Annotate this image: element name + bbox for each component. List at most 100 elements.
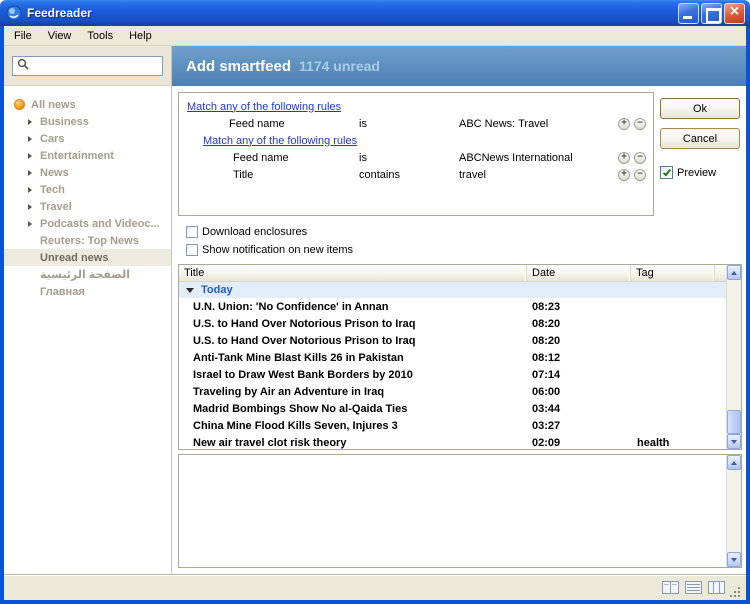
table-row[interactable]: China Mine Flood Kills Seven, Injures 3 …: [179, 417, 726, 434]
titlebar[interactable]: Feedreader: [0, 0, 750, 26]
sidebar-item-travel[interactable]: Travel: [4, 198, 171, 215]
add-rule-button[interactable]: [618, 168, 630, 181]
show-notification-checkbox[interactable]: [186, 244, 198, 256]
check-icon: [662, 167, 671, 177]
menubar: File View Tools Help: [4, 26, 746, 46]
table-header: Title Date Tag: [179, 265, 741, 282]
show-notification-option[interactable]: Show notification on new items: [186, 242, 742, 258]
sidebar-item-tech[interactable]: Tech: [4, 181, 171, 198]
collapse-arrow-icon: [186, 287, 194, 293]
view-split-button[interactable]: [660, 579, 680, 597]
option-label: Download enclosures: [202, 226, 308, 238]
preview-checkbox[interactable]: [660, 166, 673, 179]
feedreader-logo-icon: [6, 5, 22, 21]
sidebar-item-reuters-top-news[interactable]: Reuters: Top News: [4, 232, 171, 249]
rule-operator: is: [359, 117, 367, 130]
preview-option[interactable]: Preview: [660, 166, 740, 179]
cancel-button[interactable]: Cancel: [660, 128, 740, 149]
sidebar-item-business[interactable]: Business: [4, 113, 171, 130]
rule-row[interactable]: Feed name is ABCNews International: [179, 149, 653, 166]
sidebar-item-news[interactable]: News: [4, 164, 171, 181]
table-row[interactable]: Madrid Bombings Show No al-Qaida Ties 03…: [179, 400, 726, 417]
download-enclosures-option[interactable]: Download enclosures: [186, 224, 742, 240]
page-header: Add smartfeed 1174 unread: [172, 46, 746, 86]
scroll-up-button[interactable]: [727, 265, 741, 280]
minimize-button[interactable]: [678, 2, 699, 24]
group-label: Today: [201, 284, 233, 296]
column-header-date[interactable]: Date: [527, 265, 631, 281]
option-label: Show notification on new items: [202, 244, 354, 256]
table-row[interactable]: Israel to Draw West Bank Borders by 2010…: [179, 366, 726, 383]
search-icon: [17, 58, 29, 73]
table-row[interactable]: New air travel clot risk theory 02:09 he…: [179, 434, 726, 449]
menu-file[interactable]: File: [6, 28, 40, 44]
add-rule-button[interactable]: [618, 151, 630, 164]
view-columns-button[interactable]: [706, 579, 726, 597]
group-row-today[interactable]: Today: [179, 282, 726, 298]
scrollbar-track[interactable]: [727, 280, 741, 434]
article-date: 08:20: [532, 317, 561, 330]
match-rules-link[interactable]: Match any of the following rules: [203, 135, 357, 147]
resize-grip[interactable]: [729, 587, 742, 600]
menu-tools[interactable]: Tools: [79, 28, 121, 44]
scroll-down-button[interactable]: [727, 552, 741, 567]
match-rules-link[interactable]: Match any of the following rules: [187, 101, 341, 113]
all-news-icon: [14, 99, 25, 110]
rule-field: Title: [233, 168, 254, 181]
table-row[interactable]: U.S. to Hand Over Notorious Prison to Ir…: [179, 315, 726, 332]
menu-help[interactable]: Help: [121, 28, 160, 44]
rule-row[interactable]: Title contains travel: [179, 166, 653, 183]
feed-tree: All news Business Cars Entertainment New…: [4, 86, 171, 300]
statusbar: [4, 574, 746, 600]
remove-rule-button[interactable]: [634, 168, 646, 181]
menu-view[interactable]: View: [40, 28, 80, 44]
rule-field: Feed name: [233, 151, 289, 164]
table-row[interactable]: U.S. to Hand Over Notorious Prison to Ir…: [179, 332, 726, 349]
page-title: Add smartfeed: [186, 57, 292, 75]
sidebar-item-cars[interactable]: Cars: [4, 130, 171, 147]
sidebar-item-all-news[interactable]: All news: [4, 96, 171, 113]
sidebar-item-label: الصفحة الرئيسية: [40, 269, 131, 281]
sidebar-item-podcasts[interactable]: Podcasts and Videoc...: [4, 215, 171, 232]
sidebar-item-unread-news[interactable]: Unread news: [4, 249, 171, 266]
download-enclosures-checkbox[interactable]: [186, 226, 198, 238]
maximize-button[interactable]: [701, 2, 722, 24]
app-window: Feedreader File View Tools Help: [0, 0, 750, 604]
column-header-title[interactable]: Title: [179, 265, 527, 281]
remove-rule-button[interactable]: [634, 151, 646, 164]
table-row[interactable]: U.N. Union: 'No Confidence' in Annan 08:…: [179, 298, 726, 315]
search-box: [12, 55, 163, 76]
preview-scrollbar[interactable]: [726, 455, 741, 567]
article-tag: health: [637, 436, 670, 449]
arrow-down-icon: [731, 439, 737, 444]
scrollbar-thumb[interactable]: [727, 410, 741, 434]
article-title: U.N. Union: 'No Confidence' in Annan: [193, 300, 389, 313]
sidebar-item-entertainment[interactable]: Entertainment: [4, 147, 171, 164]
sidebar-item-home-arabic[interactable]: الصفحة الرئيسية: [4, 266, 171, 283]
remove-rule-button[interactable]: [634, 117, 646, 130]
view-split-icon: [661, 581, 679, 594]
expand-arrow-icon: [28, 152, 32, 159]
scroll-down-button[interactable]: [727, 434, 741, 449]
view-list-button[interactable]: [683, 579, 703, 597]
sidebar-item-label: Business: [40, 115, 89, 128]
article-title: Anti-Tank Mine Blast Kills 26 in Pakista…: [193, 351, 404, 364]
sidebar-item-label: Cars: [40, 132, 65, 145]
scroll-up-button[interactable]: [727, 455, 741, 470]
sidebar-item-label: Travel: [40, 200, 72, 213]
expand-arrow-icon: [28, 135, 32, 142]
search-input[interactable]: [32, 59, 158, 72]
column-header-tag[interactable]: Tag: [631, 265, 715, 281]
view-columns-icon: [707, 581, 725, 594]
table-row[interactable]: Traveling by Air an Adventure in Iraq 06…: [179, 383, 726, 400]
expand-arrow-icon: [28, 203, 32, 210]
table-row[interactable]: Anti-Tank Mine Blast Kills 26 in Pakista…: [179, 349, 726, 366]
table-scrollbar[interactable]: [726, 265, 741, 449]
rule-row[interactable]: Feed name is ABC News: Travel: [179, 115, 653, 132]
ok-button[interactable]: Ok: [660, 98, 740, 119]
scrollbar-track[interactable]: [727, 470, 741, 552]
close-button[interactable]: [724, 2, 745, 24]
sidebar-item-home-russian[interactable]: Главная: [4, 283, 171, 300]
add-rule-button[interactable]: [618, 117, 630, 130]
rules-panel: Match any of the following rules Feed na…: [178, 92, 654, 216]
